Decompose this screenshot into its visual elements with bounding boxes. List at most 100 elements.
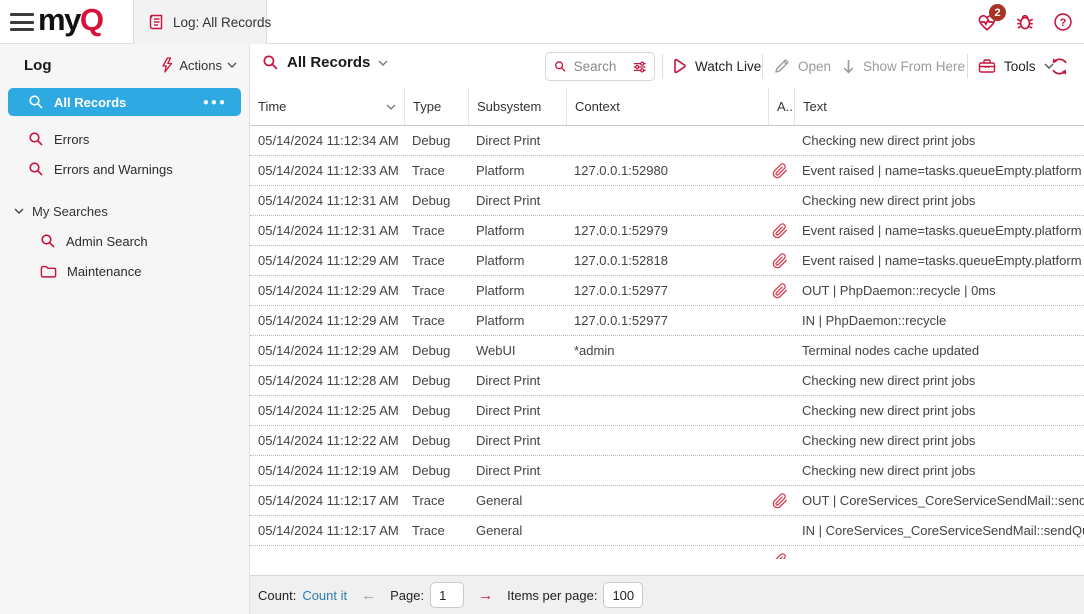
show-from-here-button[interactable]: Show From Here bbox=[842, 44, 965, 88]
actions-menu-button[interactable]: Actions bbox=[160, 57, 237, 73]
cell-attachment bbox=[768, 223, 794, 239]
tools-button[interactable]: Tools bbox=[978, 44, 1054, 88]
cell-text: OUT | PhpDaemon::recycle | 0ms bbox=[794, 283, 1084, 298]
sidebar-item-admin-search[interactable]: Admin Search bbox=[0, 226, 249, 256]
table-row[interactable]: 05/14/2024 11:12:29 AM Debug WebUI *admi… bbox=[250, 336, 1084, 366]
paperclip-icon[interactable] bbox=[772, 283, 788, 299]
view-selector[interactable]: All Records bbox=[262, 54, 388, 71]
cell-text: Checking new direct print jobs bbox=[794, 373, 1084, 388]
main-panel: All Records Watch Live Open Show From He… bbox=[250, 44, 1084, 614]
item-options-icon[interactable]: ●●● bbox=[203, 97, 227, 108]
table-row[interactable]: 05/14/2024 11:12:31 AM Debug Direct Prin… bbox=[250, 186, 1084, 216]
items-per-page-input[interactable] bbox=[603, 582, 643, 608]
paperclip-icon[interactable] bbox=[772, 253, 788, 269]
paperclip-icon[interactable] bbox=[772, 223, 788, 239]
cell-time: 05/14/2024 11:12:17 AM bbox=[250, 523, 404, 538]
column-header-time[interactable]: Time bbox=[250, 88, 404, 125]
cell-type: Debug bbox=[404, 343, 468, 358]
refresh-button[interactable] bbox=[1050, 44, 1069, 88]
column-header-type[interactable]: Type bbox=[404, 88, 468, 125]
cell-type: Debug bbox=[404, 433, 468, 448]
sidebar-title: Log bbox=[24, 57, 52, 74]
cell-attachment bbox=[768, 343, 794, 359]
sidebar-item-maintenance[interactable]: Maintenance bbox=[0, 256, 249, 286]
table-row[interactable]: 05/14/2024 11:12:31 AM Trace Platform 12… bbox=[250, 216, 1084, 246]
cell-attachment bbox=[768, 433, 794, 449]
cell-type: Trace bbox=[404, 253, 468, 268]
watch-live-button[interactable]: Watch Live bbox=[672, 44, 761, 88]
table-row[interactable]: 05/14/2024 11:12:28 AM Debug Direct Prin… bbox=[250, 366, 1084, 396]
chevron-down-icon bbox=[227, 62, 237, 68]
cell-time: 05/14/2024 11:12:33 AM bbox=[250, 163, 404, 178]
paperclip-icon[interactable] bbox=[772, 553, 788, 560]
help-icon[interactable]: ? bbox=[1052, 11, 1074, 33]
sidebar-item-errors[interactable]: Errors bbox=[0, 124, 249, 154]
cell-subsystem: Direct Print bbox=[468, 373, 566, 388]
paperclip-icon[interactable] bbox=[772, 493, 788, 509]
table-row[interactable]: 05/14/2024 11:12:29 AM Trace Platform 12… bbox=[250, 276, 1084, 306]
cell-attachment bbox=[768, 193, 794, 209]
cell-attachment bbox=[768, 283, 794, 299]
sidebar-item-all-records[interactable]: All Records ●●● bbox=[8, 88, 241, 116]
paperclip-icon[interactable] bbox=[772, 163, 788, 179]
sort-desc-icon bbox=[386, 104, 396, 110]
next-page-icon[interactable]: → bbox=[478, 587, 493, 604]
table-row[interactable]: 05/14/2024 11:12:22 AM Debug Direct Prin… bbox=[250, 426, 1084, 456]
pencil-icon bbox=[774, 58, 790, 74]
cell-text: Event raised | name=tasks.queueEmpty.pla… bbox=[794, 223, 1084, 238]
bug-report-icon[interactable] bbox=[1014, 11, 1036, 33]
tab-log-all-records[interactable]: Log: All Records bbox=[133, 0, 267, 44]
cell-text: IN | PhpDaemon::recycle bbox=[794, 313, 1084, 328]
cell-context: 127.0.0.1:52980 bbox=[566, 163, 768, 178]
cell-type: Trace bbox=[404, 493, 468, 508]
cell-subsystem: Platform bbox=[468, 313, 566, 328]
open-button[interactable]: Open bbox=[774, 44, 831, 88]
cell-time: 05/14/2024 11:12:17 AM bbox=[250, 493, 404, 508]
sidebar-group-my-searches[interactable]: My Searches bbox=[0, 196, 249, 226]
table-row[interactable]: 05/14/2024 11:12:25 AM Debug Direct Prin… bbox=[250, 396, 1084, 426]
table-row[interactable] bbox=[250, 546, 1084, 559]
table-row[interactable]: 05/14/2024 11:12:19 AM Debug Direct Prin… bbox=[250, 456, 1084, 486]
cell-time: 05/14/2024 11:12:34 AM bbox=[250, 133, 404, 148]
table-row[interactable]: 05/14/2024 11:12:34 AM Debug Direct Prin… bbox=[250, 126, 1084, 156]
sidebar: Log Actions All Records ●●● Errors Error… bbox=[0, 44, 250, 614]
table-row[interactable]: 05/14/2024 11:12:17 AM Trace General OUT… bbox=[250, 486, 1084, 516]
column-header-text[interactable]: Text bbox=[794, 88, 1084, 125]
cell-text: OUT | CoreServices_CoreServiceSendMail::… bbox=[794, 493, 1084, 508]
table-row[interactable]: 05/14/2024 11:12:29 AM Trace Platform 12… bbox=[250, 246, 1084, 276]
table-row[interactable]: 05/14/2024 11:12:17 AM Trace General IN … bbox=[250, 516, 1084, 546]
filter-sliders-icon[interactable] bbox=[633, 60, 646, 74]
cell-type: Trace bbox=[404, 283, 468, 298]
search-icon bbox=[262, 54, 279, 71]
toolbar: All Records Watch Live Open Show From He… bbox=[250, 44, 1084, 88]
search-icon bbox=[554, 59, 567, 74]
column-header-attachment[interactable]: A... bbox=[768, 88, 794, 125]
search-box bbox=[545, 52, 655, 81]
cell-text: Event raised | name=tasks.queueEmpty.pla… bbox=[794, 163, 1084, 178]
refresh-icon bbox=[1050, 57, 1069, 76]
myq-logo: myQ bbox=[38, 2, 102, 38]
cell-context: 127.0.0.1:52977 bbox=[566, 283, 768, 298]
column-header-subsystem[interactable]: Subsystem bbox=[468, 88, 566, 125]
cell-time: 05/14/2024 11:12:31 AM bbox=[250, 223, 404, 238]
cell-time: 05/14/2024 11:12:29 AM bbox=[250, 313, 404, 328]
cell-time: 05/14/2024 11:12:29 AM bbox=[250, 283, 404, 298]
table-row[interactable]: 05/14/2024 11:12:33 AM Trace Platform 12… bbox=[250, 156, 1084, 186]
count-it-link[interactable]: Count it bbox=[302, 588, 347, 603]
hamburger-menu-icon[interactable] bbox=[10, 13, 34, 31]
cell-subsystem: Platform bbox=[468, 253, 566, 268]
chevron-down-icon bbox=[14, 208, 24, 214]
cell-context: *admin bbox=[566, 343, 768, 358]
search-input[interactable] bbox=[574, 59, 626, 74]
cell-type: Trace bbox=[404, 223, 468, 238]
cell-type: Trace bbox=[404, 163, 468, 178]
pagination-footer: Count: Count it ← Page: → Items per page… bbox=[250, 575, 1084, 614]
cell-context: 127.0.0.1:52818 bbox=[566, 253, 768, 268]
column-header-context[interactable]: Context bbox=[566, 88, 768, 125]
health-status-icon[interactable]: 2 bbox=[976, 11, 998, 33]
previous-page-icon[interactable]: ← bbox=[361, 587, 376, 604]
page-input[interactable] bbox=[430, 582, 464, 608]
table-row[interactable]: 05/14/2024 11:12:29 AM Trace Platform 12… bbox=[250, 306, 1084, 336]
sidebar-item-errors-and-warnings[interactable]: Errors and Warnings bbox=[0, 154, 249, 184]
cell-attachment bbox=[768, 403, 794, 419]
